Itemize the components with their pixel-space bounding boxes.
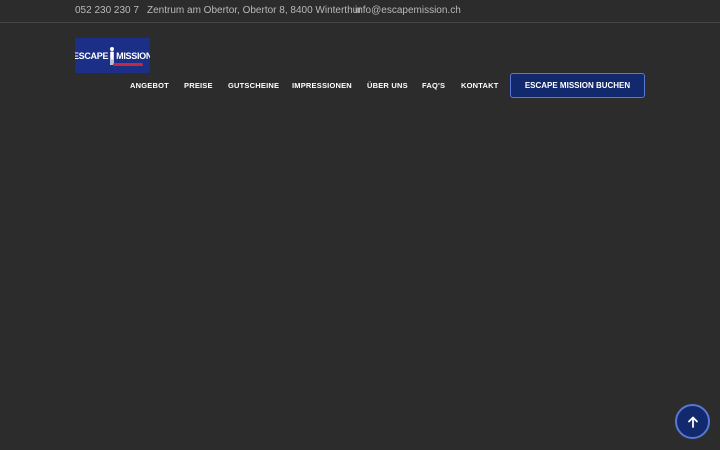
logo-word-mission: MISSION: [116, 50, 150, 61]
nav-item-angebot[interactable]: ANGEBOT: [130, 81, 169, 91]
address-link[interactable]: Zentrum am Obertor, Obertor 8, 8400 Wint…: [147, 5, 362, 17]
page: 052 230 230 7 Zentrum am Obertor, Oberto…: [0, 0, 720, 450]
logo-tagline-mark: [113, 63, 143, 66]
arrow-up-icon: [687, 416, 698, 428]
phone-link[interactable]: 052 230 230 7: [75, 5, 139, 17]
scroll-to-top-button[interactable]: [675, 404, 710, 439]
nav-item-impressionen[interactable]: IMPRESSIONEN: [292, 81, 352, 91]
nav-item-kontakt[interactable]: KONTAKT: [461, 81, 499, 91]
nav-item-faqs[interactable]: FAQ'S: [422, 81, 445, 91]
logo[interactable]: ESCAPE MISSION: [75, 38, 150, 73]
email-link[interactable]: info@escapemission.ch: [355, 5, 461, 17]
nav-item-gutscheine[interactable]: GUTSCHEINE: [228, 81, 279, 91]
nav-item-ueber-uns[interactable]: ÜBER UNS: [367, 81, 408, 91]
nav-item-preise[interactable]: PREISE: [184, 81, 213, 91]
logo-word-escape: ESCAPE: [75, 50, 109, 61]
top-info-bar: 052 230 230 7 Zentrum am Obertor, Oberto…: [0, 0, 720, 23]
book-escape-mission-button[interactable]: ESCAPE MISSION BUCHEN: [510, 73, 645, 98]
